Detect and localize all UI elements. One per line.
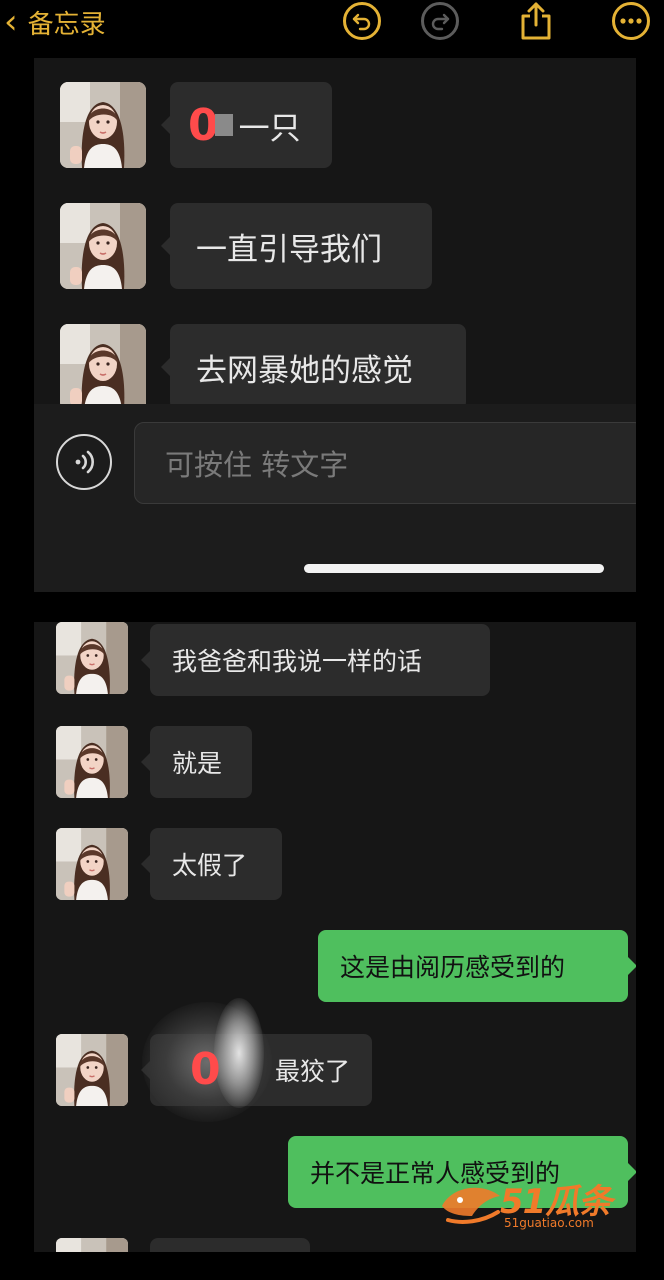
censor-mark bbox=[214, 114, 233, 136]
more-icon bbox=[620, 18, 642, 24]
message-text: 一直引导我们 bbox=[196, 231, 382, 268]
watermark-url: 51guatiao.com bbox=[504, 1216, 594, 1230]
watermark-logo: 51瓜条 51guatiao.com bbox=[438, 1172, 648, 1238]
message-text: 就是 bbox=[172, 749, 223, 778]
message-bubble: 我爸爸和我说一样的话 bbox=[141, 624, 490, 696]
fish-logo-icon bbox=[442, 1187, 500, 1224]
avatar bbox=[60, 82, 146, 168]
chat-screenshot-top: 0 一只 一直引导我们 去网暴她的感觉 可按住 转文字 bbox=[34, 58, 636, 592]
chat-screenshot-bottom: 我爸爸和我说一样的话 就是 太假了 这是由阅历感受到的 最狡了 0 并不是正常人… bbox=[34, 622, 636, 1252]
avatar bbox=[56, 1034, 128, 1106]
message-bubble: 太假了 bbox=[141, 828, 282, 900]
notes-toolbar: ‹ 备忘录 bbox=[0, 0, 664, 50]
message-text: 这是由阅历感受到的 bbox=[340, 953, 566, 982]
message-input[interactable]: 可按住 转文字 bbox=[134, 422, 636, 504]
avatar bbox=[60, 324, 146, 410]
chevron-left-icon: ‹ bbox=[4, 2, 18, 42]
chat-input-bar: 可按住 转文字 bbox=[34, 404, 636, 592]
share-button[interactable] bbox=[517, 2, 555, 40]
avatar bbox=[56, 1238, 128, 1252]
message-bubble: 就是 bbox=[141, 726, 252, 798]
message-text: 我爸爸和我说一样的话 bbox=[172, 647, 423, 676]
back-label: 备忘录 bbox=[27, 9, 106, 40]
message-text: 一只 bbox=[238, 110, 301, 147]
message-bubble bbox=[150, 1238, 310, 1252]
voice-wave-icon bbox=[75, 450, 94, 474]
censor-digit: 0 bbox=[190, 1044, 221, 1095]
redo-icon bbox=[431, 13, 450, 31]
message-text: 去网暴她的感觉 bbox=[196, 352, 413, 389]
home-indicator bbox=[304, 564, 604, 573]
undo-button[interactable] bbox=[343, 2, 381, 40]
redo-button[interactable] bbox=[421, 2, 459, 40]
undo-icon bbox=[352, 13, 371, 31]
message-text: 最狡了 bbox=[274, 1057, 350, 1086]
message-bubble: 一直引导我们 bbox=[161, 203, 432, 289]
voice-button[interactable] bbox=[56, 434, 112, 490]
message-bubble: 去网暴她的感觉 bbox=[161, 324, 466, 410]
share-icon bbox=[521, 2, 551, 40]
avatar bbox=[60, 203, 146, 289]
input-placeholder: 可按住 转文字 bbox=[165, 448, 349, 482]
smudge-overlay bbox=[214, 998, 264, 1108]
message-text: 太假了 bbox=[172, 851, 248, 880]
message-bubble-sent: 这是由阅历感受到的 bbox=[318, 930, 636, 1002]
message-bubble: 0 一只 bbox=[161, 82, 332, 168]
more-button[interactable] bbox=[612, 2, 650, 40]
avatar bbox=[56, 726, 128, 798]
back-button[interactable]: ‹ 备忘录 bbox=[4, 2, 106, 42]
avatar bbox=[56, 828, 128, 900]
avatar bbox=[56, 622, 128, 694]
